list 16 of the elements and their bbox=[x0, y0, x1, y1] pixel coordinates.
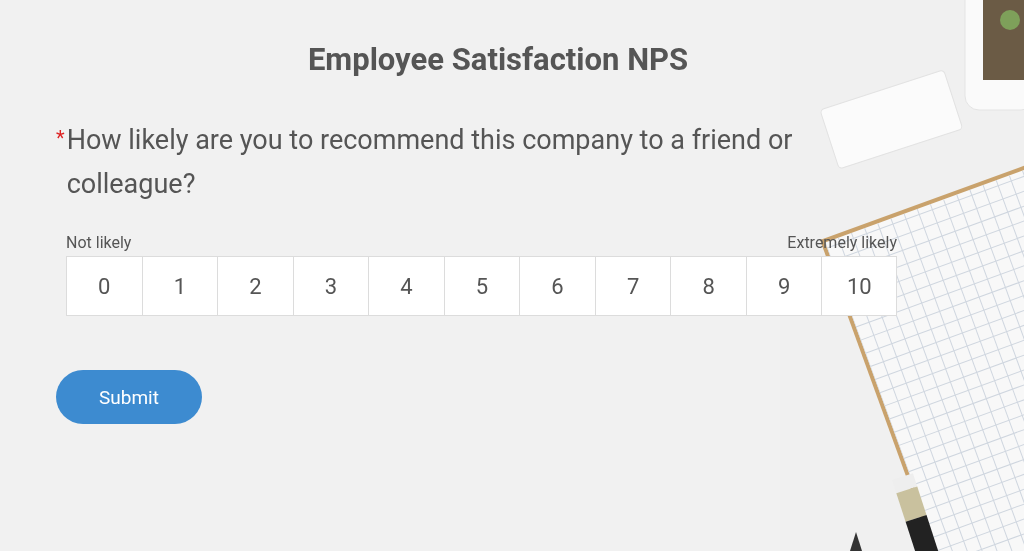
form-title: Employee Satisfaction NPS bbox=[306, 40, 690, 80]
required-mark: * bbox=[56, 128, 65, 152]
scale-option[interactable]: 3 bbox=[292, 256, 369, 316]
low-label: Not likely bbox=[66, 232, 132, 254]
scale-option[interactable]: 9 bbox=[745, 256, 822, 316]
scale-option[interactable]: 7 bbox=[594, 256, 671, 316]
scale-option[interactable]: 4 bbox=[368, 256, 444, 316]
question-text: How likely are you to recommend this company to a friend or colleague? bbox=[66, 123, 794, 202]
scale-option[interactable]: 10 bbox=[821, 256, 897, 316]
scale-option[interactable]: 1 bbox=[141, 256, 218, 316]
submit-button[interactable]: Submit bbox=[56, 370, 202, 424]
scale-option[interactable]: 8 bbox=[670, 256, 746, 316]
scale-option[interactable]: 6 bbox=[519, 256, 595, 316]
scale-option[interactable]: 5 bbox=[443, 256, 520, 316]
scale-option[interactable]: 0 bbox=[66, 256, 142, 316]
scale-option[interactable]: 2 bbox=[217, 256, 293, 316]
